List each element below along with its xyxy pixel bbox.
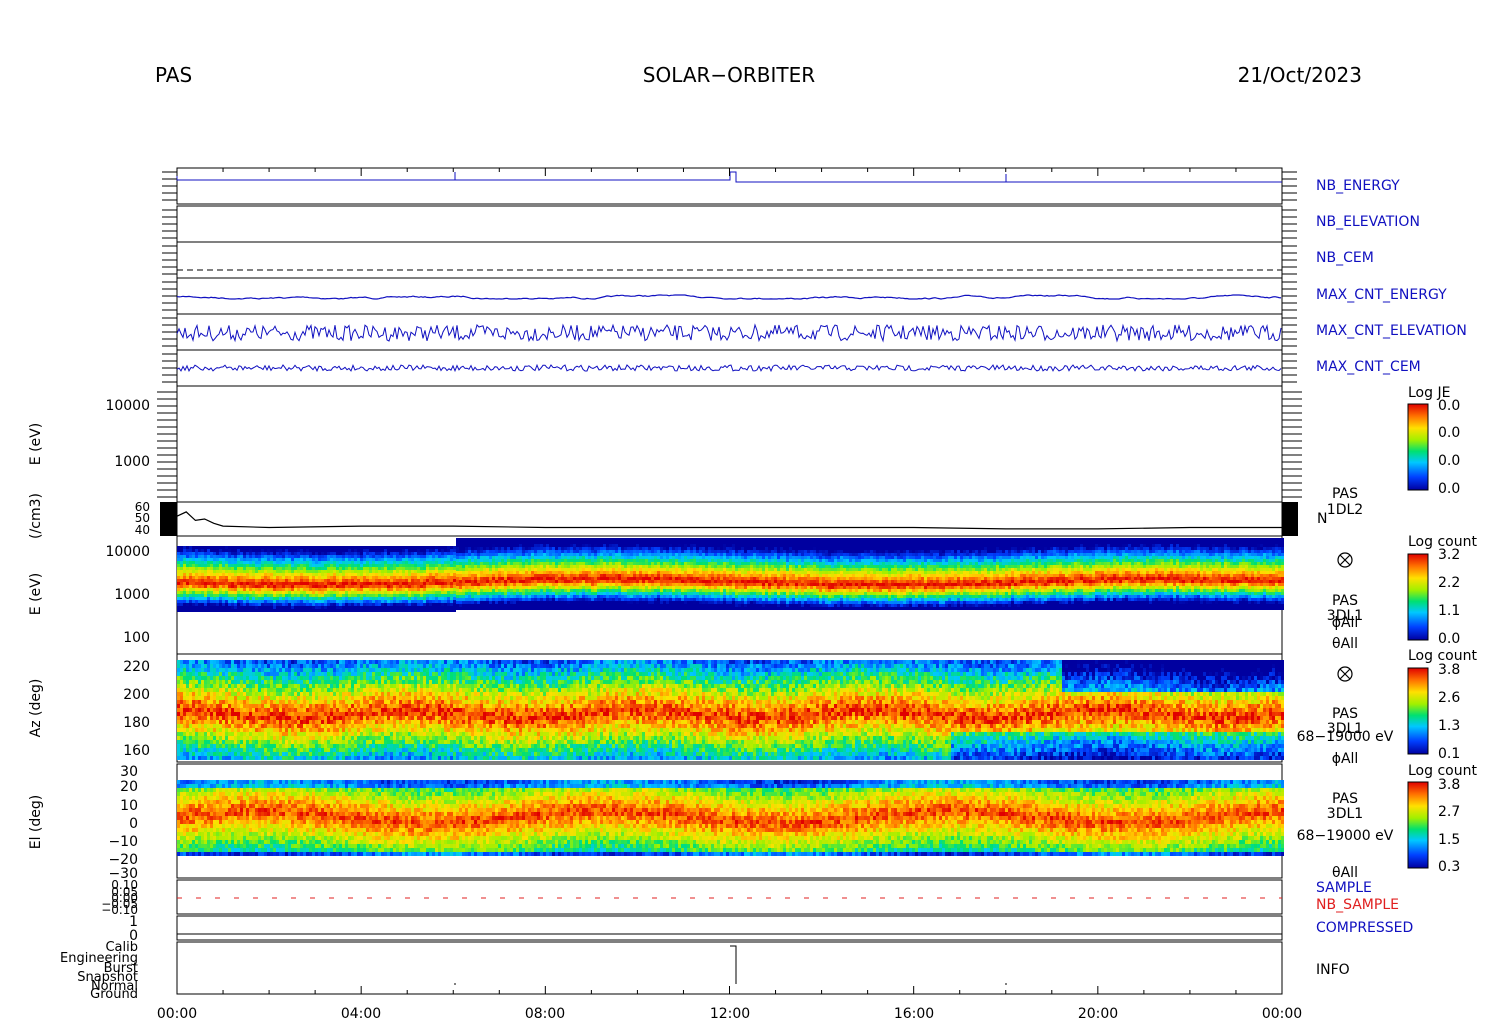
elevation-panel: El (deg) 30 20 10 0 −10 −20 −30 PAS 3DL1… [28, 763, 1477, 882]
energy-3dl1-ytick-1000: 1000 [114, 587, 150, 603]
x-tick-label-2: 08:00 [525, 1006, 565, 1020]
density-right-block [1282, 502, 1298, 536]
azimuth-heatmap [177, 660, 1284, 760]
colorbar-elevation-tick-0: 3.8 [1438, 777, 1460, 793]
header-date: 21/Oct/2023 [1238, 63, 1362, 87]
series-label-nb-elevation: NB_ELEVATION [1316, 214, 1420, 230]
colorbar-energy-3dl1-tick-0: 3.2 [1438, 547, 1460, 563]
energy-3dl1-label-line-4: θAll [1332, 636, 1358, 652]
series-label-info: INFO [1316, 962, 1350, 978]
density-label-line-1: PAS [1332, 486, 1358, 502]
elevation-label-line-2: 3DL1 [1327, 806, 1363, 822]
colorbar-log-je-tick-1: 0.0 [1438, 425, 1460, 441]
into-page-icon [1338, 667, 1352, 681]
series-label-max-cnt-energy: MAX_CNT_ENERGY [1316, 287, 1447, 303]
azimuth-ytick-220: 220 [123, 659, 150, 675]
colorbar-azimuth-tick-2: 1.3 [1438, 718, 1460, 734]
azimuth-ylabel: Az (deg) [28, 679, 44, 738]
into-page-icon [1338, 553, 1352, 567]
energy-1dl2-ylabel: E (eV) [28, 423, 44, 465]
x-tick-label-4: 16:00 [894, 1006, 934, 1020]
elevation-heatmap [177, 780, 1284, 856]
info-panel: Calib Engineering Burst Snapshot Normal … [60, 940, 1350, 1002]
colorbar-energy-3dl1 [1408, 554, 1428, 640]
colorbar-log-je [1408, 404, 1428, 490]
series-label-max-cnt-cem: MAX_CNT_CEM [1316, 359, 1421, 375]
energy-1dl2-panel: E (eV) 10000 1000 Log JE 0.0 0.0 0.0 0.0 [28, 385, 1460, 502]
x-tick-label-6: 00:00 [1262, 1006, 1302, 1020]
density-left-block [160, 502, 177, 536]
colorbar-elevation-tick-3: 0.3 [1438, 859, 1460, 875]
density-ylabel: (/cm3) [28, 493, 44, 539]
energy-3dl1-heatmap [177, 538, 1284, 612]
azimuth-ytick-180: 180 [123, 715, 150, 731]
info-ytick-ground: Ground [90, 987, 138, 1002]
series-label-nb-sample: NB_SAMPLE [1316, 897, 1399, 913]
colorbar-azimuth-tick-0: 3.8 [1438, 662, 1460, 678]
compressed-panel: 1 0 COMPRESSED [129, 914, 1413, 944]
azimuth-ytick-160: 160 [123, 743, 150, 759]
colorbar-energy-3dl1-tick-3: 0.0 [1438, 631, 1460, 647]
energy-3dl1-ytick-100: 100 [123, 630, 150, 646]
header-mission: SOLAR−ORBITER [643, 63, 815, 87]
max-cnt-energy-trace [177, 295, 1281, 299]
elevation-label-line-4: θAll [1332, 865, 1358, 881]
azimuth-label-line-4: ϕAll [1332, 751, 1359, 767]
series-label-nb-energy: NB_ENERGY [1316, 178, 1400, 194]
housekeeping-panels [162, 168, 1297, 386]
azimuth-panel: Az (deg) 220 200 180 160 PAS 3DL1 68−190… [28, 648, 1477, 767]
energy-3dl1-label-line-1: PAS [1332, 593, 1358, 609]
energy-1dl2-ytick-10000: 10000 [105, 398, 150, 414]
energy-3dl1-ylabel: E (eV) [28, 573, 44, 615]
elevation-label-line-1: PAS [1332, 791, 1358, 807]
solar-orbiter-pas-summary-plot: PAS SOLAR−ORBITER 21/Oct/2023 NB_ENERGY … [0, 0, 1512, 1020]
colorbar-azimuth-tick-3: 0.1 [1438, 746, 1460, 762]
density-label-line-2: 1DL2 [1327, 502, 1363, 518]
x-tick-label-0: 00:00 [157, 1006, 197, 1020]
series-label-max-cnt-elevation: MAX_CNT_ELEVATION [1316, 323, 1467, 339]
colorbar-log-je-tick-0: 0.0 [1438, 398, 1460, 414]
header-instrument: PAS [155, 63, 192, 87]
series-label-nb-cem: NB_CEM [1316, 250, 1374, 266]
colorbar-log-je-tick-2: 0.0 [1438, 453, 1460, 469]
colorbar-energy-3dl1-tick-1: 2.2 [1438, 575, 1460, 591]
housekeeping-labels: NB_ENERGY NB_ELEVATION NB_CEM MAX_CNT_EN… [1316, 178, 1467, 375]
colorbar-elevation [1408, 782, 1428, 868]
max-cnt-cem-trace [177, 365, 1281, 371]
azimuth-label-line-3: 68−19000 eV [1297, 729, 1394, 745]
density-ytick-40: 40 [135, 523, 150, 537]
elevation-ytick-30: 30 [120, 764, 138, 780]
x-tick-label-5: 20:00 [1078, 1006, 1118, 1020]
energy-3dl1-ytick-10000: 10000 [105, 544, 150, 560]
x-tick-label-3: 12:00 [710, 1006, 750, 1020]
elevation-ytick-20: 20 [120, 779, 138, 795]
colorbar-elevation-tick-2: 1.5 [1438, 832, 1460, 848]
elevation-ytick-0: 0 [129, 816, 138, 832]
energy-3dl1-label-line-3: ϕAll [1332, 615, 1359, 631]
azimuth-label-line-1: PAS [1332, 706, 1358, 722]
energy-3dl1-panel: E (eV) 10000 1000 100 PAS 3DL1 ϕAll θAll… [28, 534, 1477, 654]
elevation-ylabel: El (deg) [28, 795, 44, 850]
colorbar-azimuth [1408, 668, 1428, 754]
x-tick-label-1: 04:00 [341, 1006, 381, 1020]
series-label-compressed: COMPRESSED [1316, 920, 1413, 936]
azimuth-ytick-200: 200 [123, 687, 150, 703]
series-label-sample: SAMPLE [1316, 880, 1372, 896]
sample-panel: 0.10 0.05 0.00 −0.05 −0.10 SAMPLE NB_SAM… [101, 878, 1399, 917]
colorbar-energy-3dl1-tick-2: 1.1 [1438, 603, 1460, 619]
colorbar-log-je-tick-3: 0.0 [1438, 481, 1460, 497]
max-cnt-elevation-trace [177, 325, 1281, 341]
elevation-label-line-3: 68−19000 eV [1297, 828, 1394, 844]
elevation-ytick-neg10: −10 [108, 834, 138, 850]
colorbar-azimuth-tick-1: 2.6 [1438, 690, 1460, 706]
energy-1dl2-ytick-1000: 1000 [114, 454, 150, 470]
elevation-ytick-10: 10 [120, 798, 138, 814]
colorbar-elevation-tick-1: 2.7 [1438, 804, 1460, 820]
